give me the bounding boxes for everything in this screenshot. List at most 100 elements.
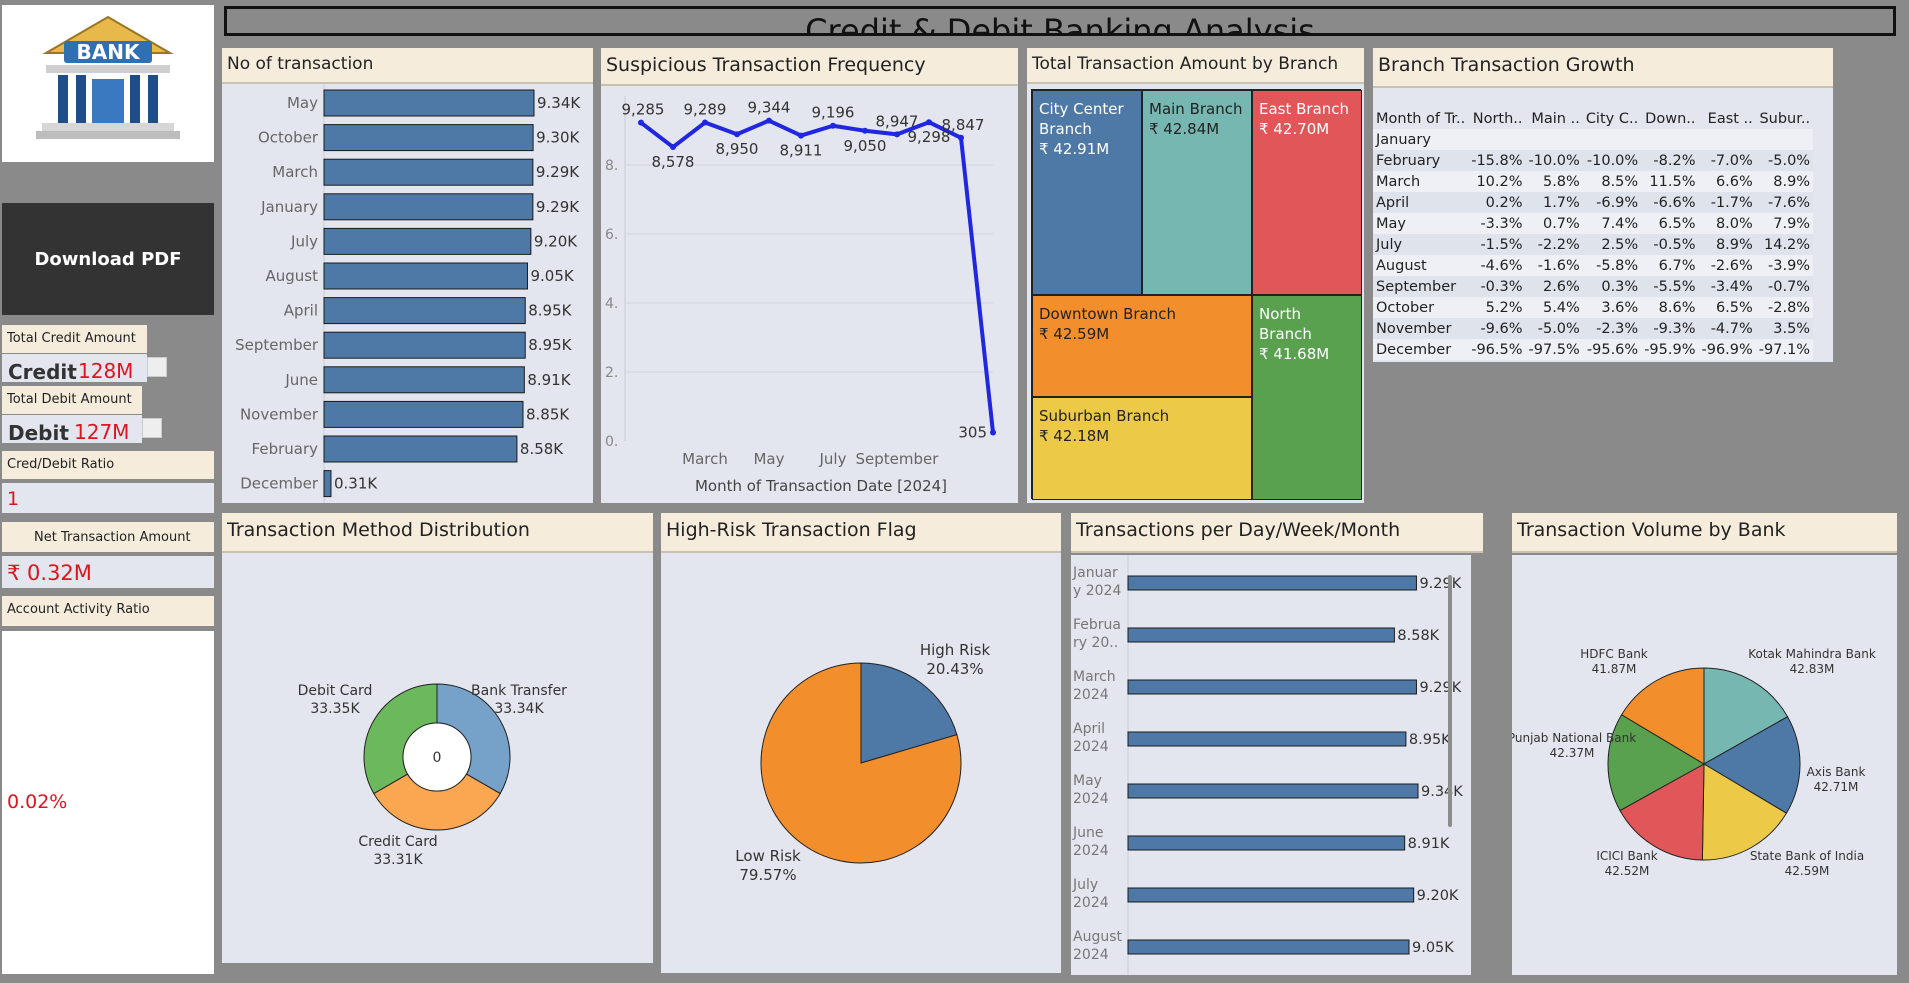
- treemap-branch-value: ₹ 41.68M: [1259, 345, 1330, 363]
- growth-row: April 0.2% 1.7% -6.9% -6.6% -1.7% -7.6%: [1373, 192, 1814, 213]
- ntx-bar: [323, 297, 526, 325]
- growth-value-cell: 6.5%: [1698, 297, 1756, 318]
- perday-category-label: Januar: [1072, 565, 1118, 581]
- credit-card-box: Credit 128M: [2, 354, 147, 382]
- growth-value-cell: 0.3%: [1582, 276, 1642, 297]
- growth-row: February -15.8% -10.0% -10.0% -8.2% -7.0% -5.0…: [1373, 150, 1814, 171]
- growth-value-cell: -2.8%: [1755, 297, 1814, 318]
- growth-value-cell: -15.8%: [1468, 150, 1526, 171]
- ntx-value-label: 8.91K: [527, 371, 571, 389]
- ntx-value-label: 8.95K: [528, 302, 572, 320]
- ntx-category-label: November: [240, 405, 319, 423]
- perday-category-label: March: [1073, 669, 1116, 685]
- growth-value-cell: -3.3%: [1468, 213, 1526, 234]
- cred-debit-ratio-value: 1: [7, 488, 20, 510]
- bank-slice-value: 42.83M: [1790, 662, 1835, 676]
- ntx-category-label: July: [290, 232, 318, 250]
- growth-month-cell: November: [1373, 318, 1469, 339]
- treemap-branch-name: Suburban Branch: [1039, 407, 1170, 425]
- growth-column-header[interactable]: City C..: [1583, 108, 1641, 129]
- growth-value-cell: -7.0%: [1698, 150, 1756, 171]
- perday-category-label: 2024: [1073, 687, 1109, 703]
- growth-month-cell: July: [1373, 234, 1469, 255]
- growth-value-cell: -0.7%: [1755, 276, 1814, 297]
- growth-row: January: [1373, 129, 1814, 150]
- treemap-branch-value: ₹ 42.84M: [1149, 120, 1220, 138]
- bank-slice-value: 41.87M: [1592, 662, 1637, 676]
- ntx-category-label: May: [287, 94, 318, 112]
- ntx-bar: [323, 124, 534, 152]
- growth-value-cell: 14.2%: [1755, 234, 1814, 255]
- ntx-category-label: June: [284, 371, 318, 389]
- ntx-value-label: 9.30K: [536, 129, 580, 147]
- ntx-bar: [323, 366, 525, 394]
- sus-ytick-label: 4.: [605, 296, 618, 312]
- ntx-bar: [323, 262, 528, 290]
- sus-data-label: 8,847: [942, 116, 985, 134]
- logo-text: BANK: [77, 40, 141, 64]
- sus-xtick-label: May: [753, 450, 784, 468]
- perday-value-label: 8.58K: [1397, 628, 1439, 644]
- cred-debit-ratio-box: 1: [2, 483, 214, 513]
- sus-ytick-label: 8.: [605, 158, 618, 174]
- growth-value-cell: 0.7%: [1525, 213, 1583, 234]
- branch-growth-table: Month of Tr.. North.. Main .. City C.. Down.…: [1373, 108, 1814, 360]
- growth-value-cell: -1.7%: [1698, 192, 1756, 213]
- no-of-transaction-title: No of transaction: [222, 48, 593, 84]
- credit-toggle[interactable]: [147, 357, 167, 377]
- perday-category-label: April: [1073, 721, 1105, 737]
- growth-row: November -9.6% -5.0% -2.3% -9.3% -4.7% 3.5%: [1373, 318, 1814, 339]
- growth-value-cell: -97.5%: [1525, 339, 1583, 360]
- sus-data-label: 305: [958, 423, 987, 441]
- sus-point: [862, 127, 868, 134]
- sus-data-label: 8,578: [652, 153, 695, 171]
- download-pdf-button[interactable]: Download PDF: [2, 203, 214, 315]
- sus-data-label: 8,911: [780, 142, 823, 160]
- growth-value-cell: 5.4%: [1525, 297, 1583, 318]
- perday-category-label: 2024: [1073, 843, 1109, 859]
- growth-row: October 5.2% 5.4% 3.6% 8.6% 6.5% -2.8%: [1373, 297, 1814, 318]
- ntx-bar: [323, 435, 518, 463]
- ntx-bar: [323, 227, 532, 255]
- growth-column-header[interactable]: Month of Tr..: [1373, 108, 1468, 129]
- high-risk-pie-chart: High Risk20.43% Low Risk79.57%: [735, 641, 990, 884]
- treemap-branch-name: Main Branch: [1149, 100, 1243, 118]
- credit-value: 128M: [78, 359, 134, 382]
- perday-value-label: 9.29K: [1419, 576, 1461, 592]
- branch-growth-panel: Month of Tr.. North.. Main .. City C.. Down.…: [1373, 88, 1833, 362]
- growth-value-cell: 6.6%: [1698, 171, 1756, 192]
- branch-amount-panel: City Center Branch ₹ 42.91M Main Branch ₹ 4…: [1027, 84, 1364, 503]
- sus-point: [798, 132, 804, 139]
- sus-ytick-label: 6.: [605, 227, 618, 243]
- growth-column-header[interactable]: East ..: [1698, 108, 1755, 129]
- growth-row: August -4.6% -1.6% -5.8% 6.7% -2.6% -3.9%: [1373, 255, 1814, 276]
- ntx-value-label: 0.31K: [334, 475, 378, 493]
- treemap-cell: City Center Branch ₹ 42.91M: [1032, 90, 1142, 295]
- growth-value-cell: [1525, 129, 1583, 150]
- bank-slice-name: State Bank of India: [1750, 849, 1864, 863]
- growth-column-header[interactable]: Main ..: [1526, 108, 1583, 129]
- perday-value-label: 9.20K: [1417, 888, 1459, 904]
- suspicious-line-chart: 0. 2. 4. 6. 8. 9,285 8,578 9,289 8,950 9,344 8,911…: [605, 96, 996, 495]
- cred-debit-ratio-label: Cred/Debit Ratio: [2, 451, 214, 479]
- per-day-scrollbar[interactable]: [1448, 575, 1452, 827]
- growth-value-cell: -2.3%: [1582, 318, 1642, 339]
- volume-bank-panel: Kotak Mahindra Bank 42.83M Axis Bank 42.71M…: [1508, 555, 1897, 975]
- growth-value-cell: -5.8%: [1582, 255, 1642, 276]
- growth-column-header[interactable]: Down..: [1641, 108, 1698, 129]
- growth-value-cell: 0.2%: [1468, 192, 1526, 213]
- growth-value-cell: -1.5%: [1468, 234, 1526, 255]
- growth-month-cell: December: [1373, 339, 1469, 360]
- growth-value-cell: [1468, 129, 1526, 150]
- sus-point: [638, 119, 644, 126]
- credit-word: Credit: [8, 360, 77, 382]
- growth-column-header[interactable]: North..: [1468, 108, 1525, 129]
- growth-value-cell: 5.2%: [1468, 297, 1526, 318]
- growth-month-cell: February: [1373, 150, 1469, 171]
- growth-value-cell: 7.9%: [1755, 213, 1814, 234]
- growth-value-cell: 8.5%: [1582, 171, 1642, 192]
- growth-column-header[interactable]: Subur..: [1756, 108, 1813, 129]
- ntx-bar: [323, 89, 535, 117]
- debit-toggle[interactable]: [142, 418, 162, 438]
- bank-slice-value: 42.71M: [1814, 780, 1859, 794]
